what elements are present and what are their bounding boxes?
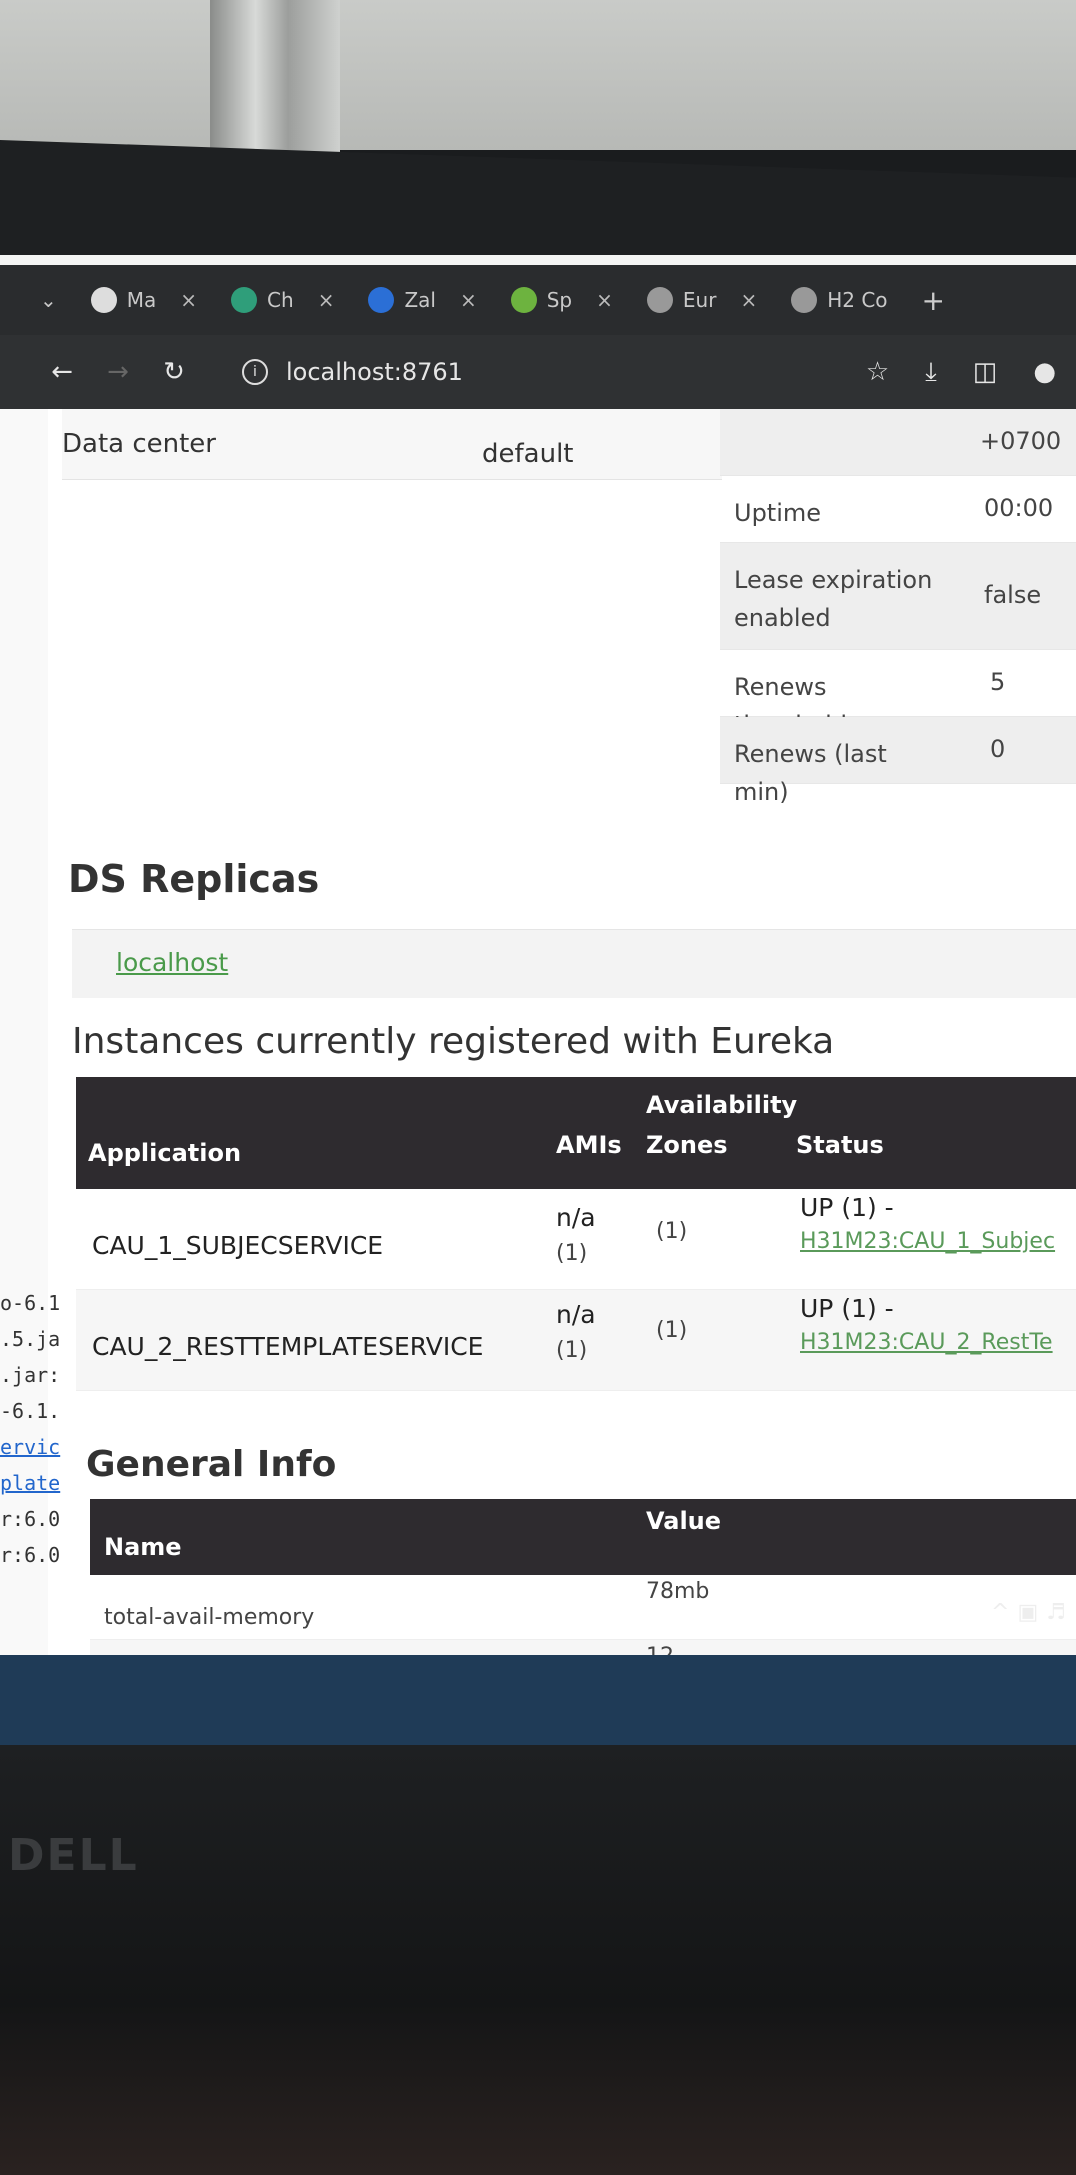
amis-value: n/a: [556, 1203, 596, 1232]
status-text: UP (1) -: [800, 1294, 894, 1323]
tab-chatgpt[interactable]: Ch ×: [231, 287, 334, 313]
address-bar: ← → ↻ i localhost:8761 ☆ ⤓ ◫ ●: [0, 335, 1076, 409]
tab-list-chevron-icon[interactable]: ⌄: [40, 288, 57, 312]
spring-icon: [510, 287, 537, 313]
renews-last-min-row: Renews (last min) 0: [720, 717, 1076, 806]
instance-link[interactable]: H31M23:CAU_2_RestTe: [800, 1330, 1053, 1355]
current-time-row: +0700: [720, 409, 1076, 476]
system-tray: ^ ▣ ♬: [991, 1600, 1066, 1625]
forward-arrow-icon[interactable]: →: [90, 357, 146, 387]
network-icon[interactable]: ▣: [1017, 1600, 1038, 1625]
zalo-icon: [368, 287, 395, 313]
monitor-screen: ⌄ Ma × Ch × Zal × Sp × Eur × H2 Co + ← →…: [0, 255, 1076, 1745]
browser-tab-strip: ⌄ Ma × Ch × Zal × Sp × Eur × H2 Co +: [0, 265, 1076, 335]
background-code-snippet: o-6.1 .5.ja .jar: -6.1. ervic plate r:6.…: [0, 1291, 61, 1567]
download-icon[interactable]: ⤓: [925, 357, 937, 388]
application-name: CAU_2_RESTTEMPLATESERVICE: [92, 1332, 484, 1361]
instances-table-header: Application AMIs Availability Zones Stat…: [76, 1077, 1076, 1189]
tab-h2-console[interactable]: H2 Co: [791, 287, 888, 313]
room-ceiling: [0, 0, 1076, 150]
table-row: total-avail-memory 78mb: [90, 1575, 1076, 1640]
info-value: 78mb: [646, 1579, 710, 1604]
monitor-bezel-bottom: [0, 1745, 1076, 2175]
url-field[interactable]: i localhost:8761: [242, 358, 463, 386]
header-application: Application: [88, 1139, 242, 1167]
new-tab-icon[interactable]: +: [922, 284, 945, 317]
header-zones-line1: Availability: [646, 1091, 798, 1119]
monitor-logo: DELL: [8, 1830, 139, 1881]
header-status: Status: [796, 1131, 884, 1159]
eureka-dashboard: Data center default +0700 Uptime 00:00 L…: [48, 409, 1076, 1745]
back-arrow-icon[interactable]: ←: [34, 357, 90, 387]
amis-count: (1): [556, 1338, 588, 1363]
bookmark-star-icon[interactable]: ☆: [866, 357, 889, 388]
globe-icon: [646, 287, 673, 313]
header-amis: AMIs: [556, 1131, 622, 1159]
amis-count: (1): [556, 1241, 588, 1266]
volume-icon[interactable]: ♬: [1046, 1600, 1066, 1625]
table-row: CAU_1_SUBJECSERVICE n/a (1) (1) UP (1) -…: [76, 1189, 1076, 1290]
application-name: CAU_1_SUBJECSERVICE: [92, 1231, 384, 1260]
uptime-row: Uptime 00:00: [720, 476, 1076, 543]
zones-value: (1): [656, 1318, 688, 1343]
general-info-header: Name Value: [90, 1499, 1076, 1575]
close-icon[interactable]: ×: [180, 288, 197, 312]
ds-replicas-list: localhost: [72, 929, 1076, 998]
replica-link[interactable]: localhost: [116, 948, 228, 977]
github-icon: [90, 287, 117, 313]
tab-spring[interactable]: Sp ×: [510, 287, 613, 313]
close-icon[interactable]: ×: [596, 288, 613, 312]
close-icon[interactable]: ×: [460, 288, 477, 312]
sidebar-panel-icon[interactable]: ◫: [973, 357, 998, 388]
header-value: Value: [646, 1507, 722, 1535]
info-icon[interactable]: i: [242, 359, 268, 385]
toolbar-actions: ☆ ⤓ ◫ ●: [866, 357, 1056, 388]
general-info-heading: General Info: [86, 1444, 337, 1485]
header-zones-line2: Zones: [646, 1131, 728, 1159]
ds-replicas-heading: DS Replicas: [68, 857, 320, 901]
instance-link[interactable]: H31M23:CAU_1_Subjec: [800, 1229, 1055, 1254]
info-name: total-avail-memory: [104, 1605, 315, 1630]
tab-eureka[interactable]: Eur ×: [646, 287, 757, 313]
reload-icon[interactable]: ↻: [146, 357, 202, 387]
ceiling-pole: [210, 0, 340, 155]
status-text: UP (1) -: [800, 1193, 894, 1222]
header-name: Name: [104, 1533, 182, 1561]
instances-heading: Instances currently registered with Eure…: [72, 1021, 835, 1062]
windows-taskbar: ^ ▣ ♬: [0, 1600, 1076, 1745]
tab-github[interactable]: Ma ×: [90, 287, 197, 313]
chatgpt-icon: [231, 287, 258, 313]
close-icon[interactable]: ×: [318, 288, 335, 312]
chevron-up-icon[interactable]: ^: [991, 1600, 1009, 1625]
tab-zalo[interactable]: Zal ×: [368, 287, 477, 313]
zones-value: (1): [656, 1219, 688, 1244]
system-status-table: +0700 Uptime 00:00 Lease expiration enab…: [720, 409, 1076, 806]
renews-threshold-row: Renews threshold 5: [720, 650, 1076, 739]
profile-icon[interactable]: ●: [1033, 357, 1056, 388]
lease-expiration-row: Lease expiration enabled false: [720, 543, 1076, 650]
instances-table: Application AMIs Availability Zones Stat…: [76, 1077, 1076, 1391]
close-icon[interactable]: ×: [740, 288, 757, 312]
data-center-row: Data center default: [62, 409, 722, 480]
globe-icon: [791, 287, 818, 313]
table-row: CAU_2_RESTTEMPLATESERVICE n/a (1) (1) UP…: [76, 1290, 1076, 1391]
amis-value: n/a: [556, 1300, 596, 1329]
